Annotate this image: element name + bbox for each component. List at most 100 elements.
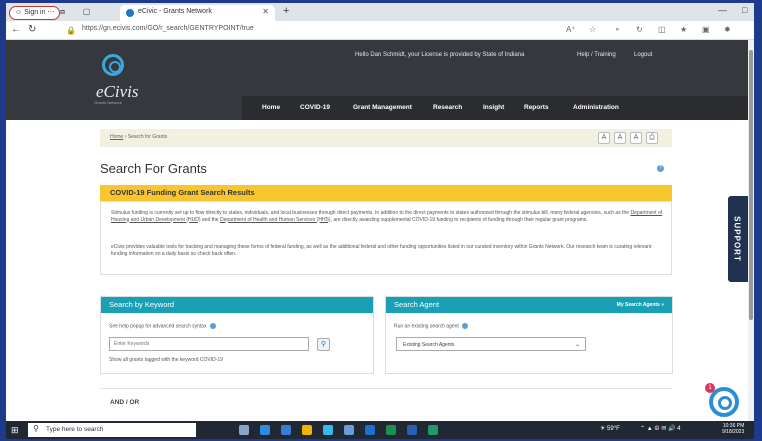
site-header: eCivis Grants Network Hello Dan Schmidt,… [6,40,748,120]
covid-paragraph-2: eCivis provides valuable tools for track… [111,244,652,257]
keyword-help-text: See help popup for advanced search synta… [109,323,216,329]
teams-icon[interactable] [344,425,354,435]
font-small-icon[interactable]: A [598,132,610,144]
favorites-icon[interactable]: ★ [680,25,687,34]
my-search-agents-link[interactable]: My Search Agents » [617,302,664,308]
p1-text-a: Stimulus funding is currently set up to … [111,210,631,216]
breadcrumb: Home › Search for Grants [110,134,167,140]
support-label: SUPPORT [732,216,742,262]
logo-text[interactable]: eCivis [96,82,139,102]
clock[interactable]: 10:36 PM 9/18/2023 [722,423,744,435]
logo-tagline: Grants Network [94,100,122,105]
back-icon[interactable]: ← [11,24,21,35]
taskbar-search[interactable]: ⚲ Type here to search [28,423,196,437]
nav-covid-19[interactable]: COVID-19 [300,104,330,111]
extensions-icon[interactable]: ✸ [724,25,731,34]
font-large-icon[interactable]: A [630,132,642,144]
chevron-down-icon: ⌄ [574,342,580,348]
p1-text-b: and the [200,216,220,223]
covid-banner-title: COVID-19 Funding Grant Search Results [110,188,255,197]
tab-bar: ☺ Sign in ⋯ ⧈ ▢ eCivic - Grants Network … [6,3,754,21]
chat-count-badge: 1 [705,383,715,393]
covid-info-box: Stimulus funding is currently set up to … [100,201,672,275]
help-training-link[interactable]: Help / Training [577,52,616,58]
agent-help-text: Run an existing search agent [394,323,468,329]
taskbar: ⊞ ⚲ Type here to search ☀ 59°F ⌃ ▲ ☮ ✉ 🔊… [6,421,754,439]
search-agent-select[interactable]: Existing Search Agents ⌄ [396,337,586,351]
workspaces-icon[interactable]: ⧈ [58,7,67,16]
breadcrumb-bar: Home › Search for Grants A A A ⎙ [100,129,672,147]
keyword-panel-title: Search by Keyword [109,300,175,309]
read-aloud-icon[interactable]: A⁺ [566,25,576,34]
scrollbar-thumb[interactable] [749,50,753,320]
breadcrumb-home-link[interactable]: Home [110,134,123,140]
task-view-icon[interactable] [239,425,249,435]
tab-title: eCivic - Grants Network [138,8,212,15]
covid-banner: COVID-19 Funding Grant Search Results [100,185,672,201]
keyword-panel-header: Search by Keyword [101,297,373,313]
nav-research[interactable]: Research [433,104,462,111]
nav-administration[interactable]: Administration [573,104,619,111]
agent-help-label: Run an existing search agent [394,323,459,330]
word-icon[interactable] [407,425,417,435]
weather-widget[interactable]: ☀ 59°F [600,425,620,432]
taskbar-search-placeholder: Type here to search [46,426,104,433]
agent-panel-title: Search Agent [394,300,440,309]
sheets-icon[interactable] [428,425,438,435]
nav-home[interactable]: Home [262,104,280,111]
signin-button[interactable]: ☺ Sign in ⋯ [9,6,61,20]
close-icon[interactable]: ✕ [262,7,269,16]
new-tab-icon[interactable]: + [283,5,289,17]
excel-icon[interactable] [386,425,396,435]
signin-label: Sign in [24,9,46,16]
system-tray[interactable]: ⌃ ▲ ☮ ✉ 🔊 4 [640,425,681,432]
divider [100,388,672,389]
browser-window: ☺ Sign in ⋯ ⧈ ▢ eCivic - Grants Network … [6,3,754,421]
keyword-input[interactable] [109,337,309,351]
address-bar: ← ↻ 🔒 https://gn.ecivis.com/GO/r_search/… [6,21,754,40]
tracking-icon[interactable]: ⚬ [614,25,621,34]
ecivis-logo-icon[interactable] [102,54,124,76]
help-icon[interactable] [209,323,216,329]
breadcrumb-current: Search for Grants [127,134,168,140]
help-icon[interactable] [461,323,468,329]
tab-actions-icon[interactable]: ▢ [82,7,91,16]
user-greeting: Hello Dan Schmidt, your License is provi… [355,52,525,58]
refresh-icon[interactable]: ↻ [28,24,36,35]
covid-tag-link[interactable]: Show all grants tagged with the keyword … [109,357,223,363]
restore-icon[interactable]: □ [742,5,747,15]
and-or-label: AND / OR [110,399,140,406]
tab-ecivic[interactable]: eCivic - Grants Network ✕ [120,5,275,21]
nav-insight[interactable]: Insight [483,104,504,111]
file-explorer-icon[interactable] [302,425,312,435]
url-field[interactable]: https://gn.ecivis.com/GO/r_search/GENTRY… [82,25,254,32]
nav-reports[interactable]: Reports [524,104,549,111]
weather-temp: 59°F [607,426,620,432]
page-title: Search For Grants [100,161,207,176]
edge-icon[interactable] [260,425,270,435]
nav-grant-management[interactable]: Grant Management [353,104,412,111]
help-icon[interactable]: ? [657,165,664,172]
favorite-star-icon[interactable]: ☆ [589,25,596,34]
p1-text-c: , are directly awarding supplemental COV… [330,216,588,223]
refresh-page-icon[interactable]: ↻ [636,25,643,34]
search-agent-panel: Search Agent My Search Agents » Run an e… [385,296,673,374]
chrome-icon[interactable] [323,425,333,435]
split-screen-icon[interactable]: ◫ [658,25,666,34]
print-icon[interactable]: ⎙ [646,132,658,144]
font-medium-icon[interactable]: A [614,132,626,144]
agent-select-value: Existing Search Agents [403,342,455,348]
minimize-icon[interactable]: — [718,5,727,15]
collections-icon[interactable]: ▣ [702,25,710,34]
hhs-link[interactable]: Department of Health and Human Services … [220,217,331,223]
support-tab[interactable]: SUPPORT [728,196,748,282]
logout-link[interactable]: Logout [634,52,652,58]
outlook-icon[interactable] [365,425,375,435]
keyword-help-label: See help popup for advanced search synta… [109,323,207,330]
search-icon[interactable]: ⚲ [317,338,330,351]
search-icon: ⚲ [33,424,39,433]
mail-icon[interactable] [281,425,291,435]
windows-start-icon[interactable]: ⊞ [11,425,19,436]
scrollbar[interactable] [748,40,754,421]
main-nav: Home COVID-19 Grant Management Research … [242,96,748,120]
